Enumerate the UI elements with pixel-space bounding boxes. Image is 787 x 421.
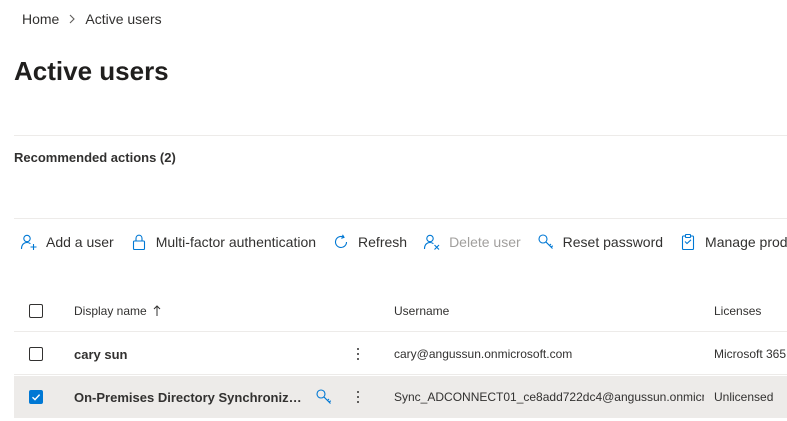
delete-user-button[interactable]: Delete user [423,233,521,251]
column-header-display-name-label: Display name [74,304,147,318]
refresh-button[interactable]: Refresh [332,233,407,251]
more-vertical-icon[interactable] [357,389,359,405]
key-icon [537,233,555,251]
user-licenses: Microsoft 365 [714,347,787,361]
user-display-name[interactable]: cary sun [74,347,127,362]
more-vertical-icon[interactable] [357,346,359,362]
checkmark-icon [32,394,41,401]
recommended-actions-toggle[interactable]: Recommended actions (2) [14,150,176,165]
divider [14,218,787,219]
row-checkbox[interactable] [29,347,43,361]
lock-icon [130,233,148,251]
refresh-label: Refresh [358,234,408,250]
mfa-button[interactable]: Multi-factor authentication [130,233,316,251]
breadcrumb: Home Active users [22,11,162,27]
clipboard-icon [679,233,697,251]
delete-user-icon [423,233,441,251]
page-title: Active users [14,56,169,86]
column-header-display-name[interactable]: Display name [74,290,314,332]
breadcrumb-current: Active users [85,11,162,27]
table-row-selected[interactable]: On-Premises Directory Synchronization Se… [14,376,787,418]
divider [14,135,787,136]
arrow-up-icon [153,305,161,317]
delete-user-label: Delete user [449,234,521,250]
add-user-button[interactable]: Add a user [20,233,114,251]
table-row[interactable]: cary sun cary@angussun.onmicrosoft.com M… [14,333,787,375]
column-header-username[interactable]: Username [394,290,704,332]
reset-password-button[interactable]: Reset password [537,233,663,251]
row-checkbox-checked[interactable] [29,390,43,404]
column-header-licenses[interactable]: Licenses [714,290,787,332]
chevron-right-icon [68,14,76,24]
reset-password-label: Reset password [562,234,664,250]
table-header-row: Display name Username Licenses [14,290,787,332]
user-display-name[interactable]: On-Premises Directory Synchronization Se… [74,390,304,405]
manage-products-label: Manage produc [705,234,787,250]
add-user-icon [20,233,38,251]
user-licenses: Unlicensed [714,390,774,404]
user-username: Sync_ADCONNECT01_ce8add722dc4@angussun.o… [394,390,704,404]
refresh-icon [332,233,350,251]
manage-products-button[interactable]: Manage produc [679,233,787,251]
command-bar: Add a user Multi-factor authentication R… [20,231,787,253]
user-username: cary@angussun.onmicrosoft.com [394,347,573,361]
add-user-label: Add a user [46,234,114,250]
mfa-label: Multi-factor authentication [155,234,317,250]
key-icon[interactable] [315,388,333,406]
breadcrumb-home[interactable]: Home [22,11,59,27]
select-all-checkbox[interactable] [29,304,43,318]
